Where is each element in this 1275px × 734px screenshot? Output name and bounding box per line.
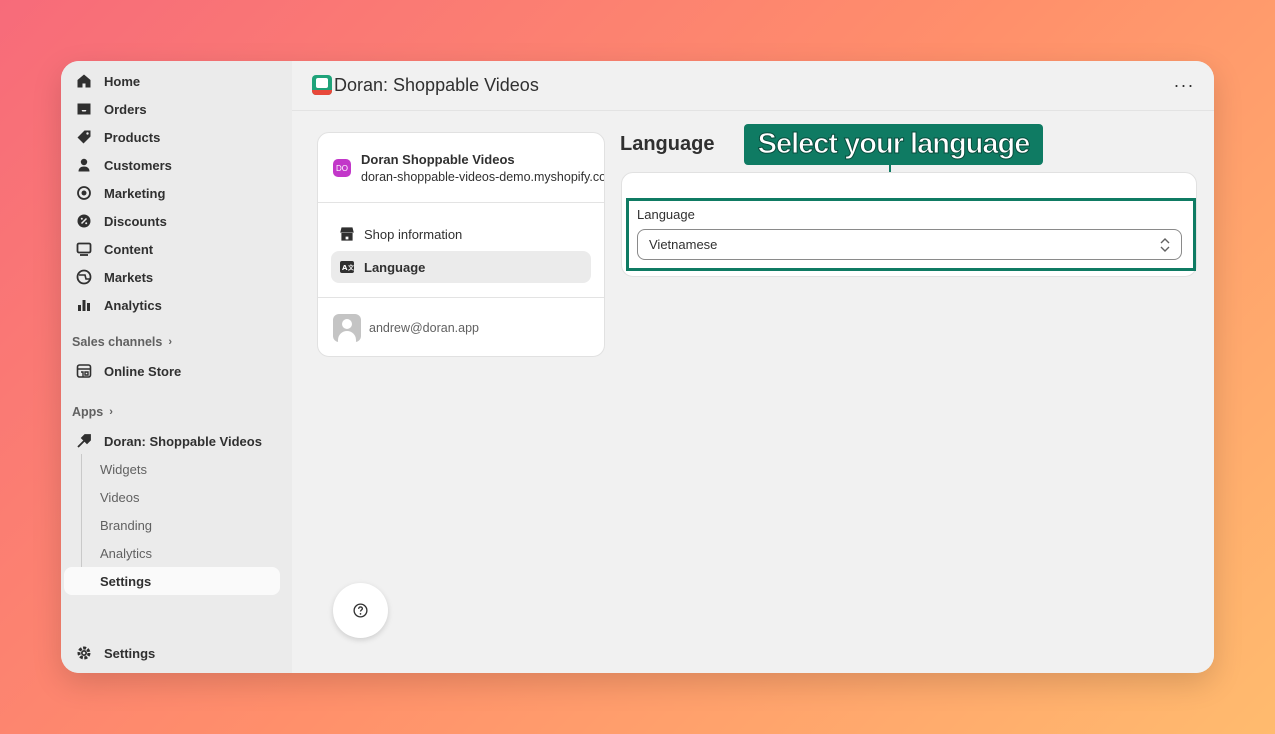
page-title: Doran: Shoppable Videos <box>334 75 539 95</box>
nav-discounts-label: Discounts <box>104 213 167 229</box>
menu-shop-information[interactable]: Shop information <box>331 218 591 250</box>
nav-marketing-label: Marketing <box>104 185 166 201</box>
nav-content-label: Content <box>104 241 154 257</box>
bar-chart-icon <box>76 297 92 313</box>
menu-language[interactable]: A文 Language <box>331 251 591 283</box>
app-icon <box>76 433 92 449</box>
select-chevron-icon <box>1160 238 1170 252</box>
nav-settings[interactable]: Settings <box>64 639 280 667</box>
shop-name: Doran Shoppable Videos <box>361 152 515 167</box>
nav-markets-label: Markets <box>104 269 154 285</box>
sidebar: Home Orders Products Customers Marketing… <box>61 61 292 673</box>
nav-products-label: Products <box>104 129 161 145</box>
nav-analytics-label: Analytics <box>104 297 162 313</box>
nav-marketing[interactable]: Marketing <box>64 179 280 207</box>
sub-settings[interactable]: Settings <box>64 567 280 595</box>
sub-analytics[interactable]: Analytics <box>64 539 280 567</box>
menu-shop-information-label: Shop information <box>364 226 463 242</box>
nav-markets[interactable]: Markets <box>64 263 280 291</box>
nav-doran-app[interactable]: Doran: Shoppable Videos <box>64 427 280 455</box>
inbox-icon <box>76 101 92 117</box>
apps-heading[interactable]: Apps › <box>72 405 113 419</box>
nav-discounts[interactable]: Discounts <box>64 207 280 235</box>
user-avatar <box>333 314 361 342</box>
nav-customers[interactable]: Customers <box>64 151 280 179</box>
user-email: andrew@doran.app <box>369 321 479 335</box>
translate-icon: A文 <box>339 259 355 275</box>
language-select[interactable]: Vietnamese <box>637 229 1182 260</box>
chevron-right-icon: › <box>109 406 113 418</box>
language-section-title: Language <box>620 133 715 155</box>
help-icon <box>353 603 368 618</box>
app-logo-icon <box>312 75 332 95</box>
discount-icon <box>76 213 92 229</box>
sales-channels-heading[interactable]: Sales channels › <box>72 335 172 349</box>
sub-branding[interactable]: Branding <box>64 511 280 539</box>
language-field-label: Language <box>637 207 695 222</box>
language-select-value: Vietnamese <box>649 237 718 252</box>
chevron-right-icon: › <box>168 336 172 348</box>
store-icon <box>76 363 92 379</box>
nav-home-label: Home <box>104 73 141 89</box>
globe-icon <box>76 269 92 285</box>
app-window: Home Orders Products Customers Marketing… <box>61 61 1214 673</box>
select-language-callout: Select your language <box>744 124 1043 165</box>
svg-text:文: 文 <box>347 264 355 272</box>
main-content: Doran: Shoppable Videos ··· DO Doran Sho… <box>292 61 1214 673</box>
nav-home[interactable]: Home <box>64 67 280 95</box>
more-actions-button[interactable]: ··· <box>1172 75 1196 95</box>
content-icon <box>76 241 92 257</box>
topbar: Doran: Shoppable Videos ··· <box>292 61 1214 111</box>
store-icon <box>339 226 355 242</box>
shop-card: DO Doran Shoppable Videos doran-shoppabl… <box>317 132 605 357</box>
target-icon <box>76 185 92 201</box>
shop-avatar: DO <box>333 159 351 177</box>
nav-orders[interactable]: Orders <box>64 95 280 123</box>
nav-online-store-label: Online Store <box>104 363 182 379</box>
gear-icon <box>76 645 92 661</box>
divider <box>318 297 604 298</box>
nav-orders-label: Orders <box>104 101 147 117</box>
home-icon <box>76 73 92 89</box>
tag-icon <box>76 129 92 145</box>
shop-domain: doran-shoppable-videos-demo.myshopify.co… <box>361 170 605 184</box>
nav-doran-app-label: Doran: Shoppable Videos <box>104 433 262 449</box>
menu-language-label: Language <box>364 259 426 275</box>
help-button[interactable] <box>333 583 388 638</box>
nav-settings-label: Settings <box>104 645 156 661</box>
divider <box>318 202 604 203</box>
person-icon <box>76 157 92 173</box>
sub-videos[interactable]: Videos <box>64 483 280 511</box>
sub-widgets[interactable]: Widgets <box>64 455 280 483</box>
nav-content[interactable]: Content <box>64 235 280 263</box>
nav-online-store[interactable]: Online Store <box>64 357 280 385</box>
nav-analytics[interactable]: Analytics <box>64 291 280 319</box>
nav-products[interactable]: Products <box>64 123 280 151</box>
nav-customers-label: Customers <box>104 157 172 173</box>
